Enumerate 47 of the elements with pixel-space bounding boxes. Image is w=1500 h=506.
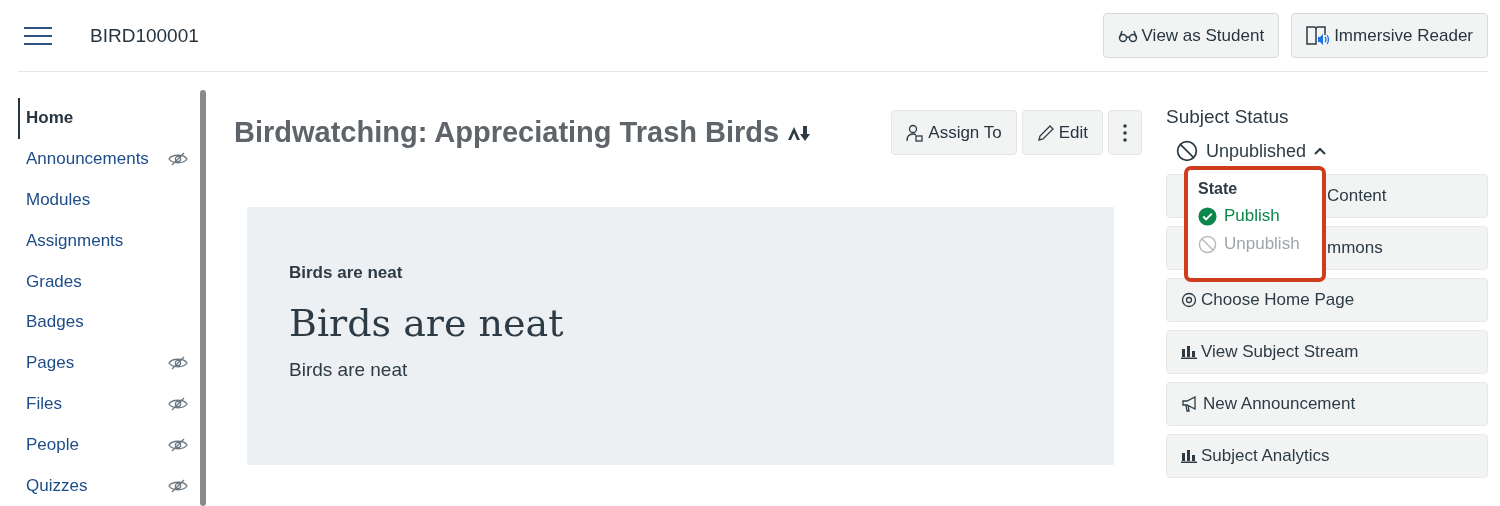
target-icon: [1181, 292, 1197, 308]
status-toggle[interactable]: Unpublished: [1176, 140, 1327, 162]
scrollbar[interactable]: [200, 90, 206, 506]
immersive-reader-button[interactable]: Immersive Reader: [1291, 13, 1488, 58]
sidebar-link[interactable]: Pages: [18, 342, 200, 384]
menu-icon[interactable]: [24, 25, 52, 46]
glasses-icon: [1117, 28, 1138, 43]
sidebar-link[interactable]: Assignments: [18, 220, 200, 262]
bar-chart-icon: [1181, 449, 1197, 463]
paragraph: Birds are neat: [289, 359, 409, 381]
hidden-eye-icon: [168, 437, 188, 452]
megaphone-icon: [1181, 396, 1199, 412]
status-title: Subject Status: [1166, 106, 1290, 128]
sidebar-link[interactable]: Badges: [18, 302, 200, 343]
sidebar-link[interactable]: Files: [18, 383, 200, 425]
sidebar-link[interactable]: Grades: [18, 261, 200, 302]
sidebar-link[interactable]: Modules: [18, 179, 200, 221]
bar-chart-icon: [1181, 345, 1197, 359]
person-lock-icon: [906, 123, 925, 142]
pencil-icon: [1036, 123, 1055, 142]
unpublished-icon: [1198, 234, 1217, 254]
sidebar-action-button[interactable]: Choose Home Page: [1166, 278, 1488, 322]
chevron-up-icon: [1314, 147, 1327, 155]
book-speaker-icon: [1306, 24, 1331, 47]
assign-button[interactable]: Assign To: [891, 110, 1017, 155]
sidebar-link[interactable]: People: [18, 424, 200, 466]
sidebar-link[interactable]: Quizzes: [18, 465, 200, 506]
edit-button[interactable]: Edit: [1021, 110, 1103, 155]
view-as-student-button[interactable]: View as Student: [1102, 13, 1280, 58]
hidden-eye-icon: [168, 396, 188, 411]
small-heading: Birds are neat: [289, 263, 404, 283]
check-circle-icon: [1198, 206, 1217, 226]
hidden-eye-icon: [168, 478, 188, 493]
unpublished-icon: [1176, 140, 1198, 162]
menu-title: State: [1198, 180, 1239, 198]
heading: Birds are neat: [289, 301, 565, 345]
more-icon: [1123, 123, 1127, 142]
page-title: Birdwatching: Appreciating Trash Birds: [234, 116, 780, 149]
more-button[interactable]: [1108, 110, 1142, 155]
sidebar-link[interactable]: Announcements: [18, 138, 200, 180]
sidebar-action-button[interactable]: Subject Analytics: [1166, 434, 1488, 478]
sidebar-action-button[interactable]: New Announcement: [1166, 382, 1488, 426]
sidebar-action-button[interactable]: View Subject Stream: [1166, 330, 1488, 374]
sort-icon[interactable]: [787, 123, 812, 142]
hidden-eye-icon: [168, 356, 188, 371]
hidden-eye-icon: [168, 152, 188, 167]
course-name: BIRD100001: [90, 24, 200, 47]
